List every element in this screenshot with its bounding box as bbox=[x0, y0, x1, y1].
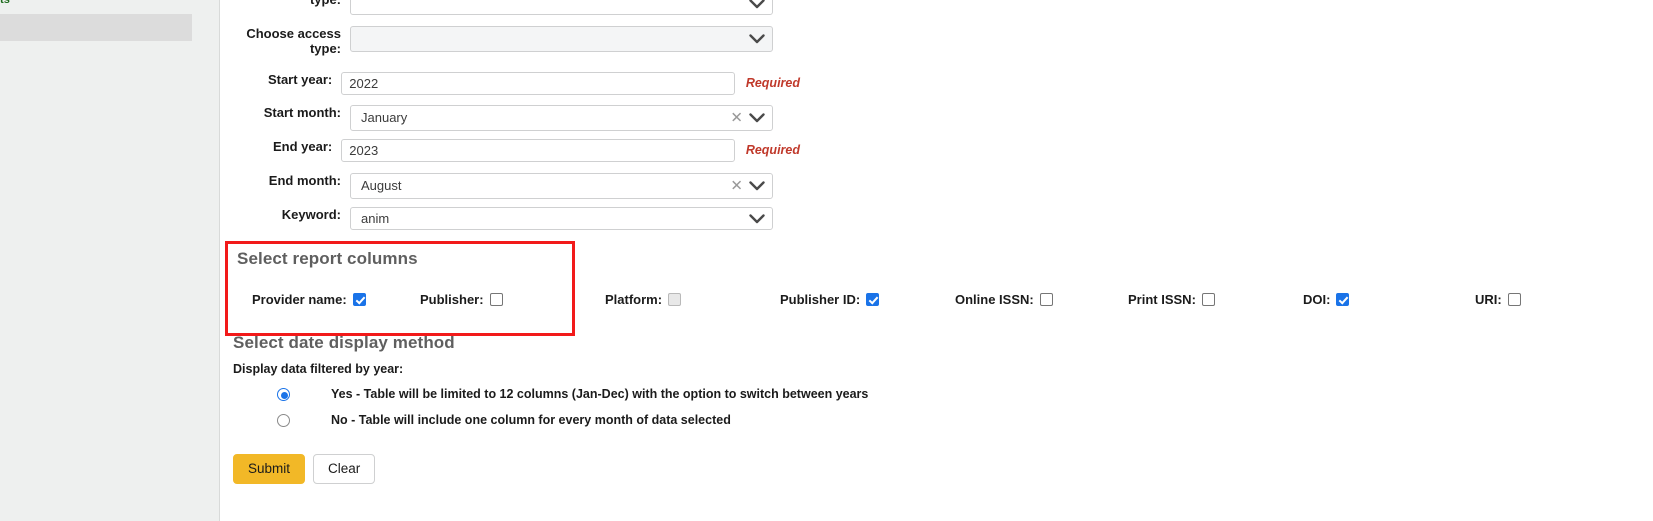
form-row: Start year: 2022 Required bbox=[220, 72, 800, 95]
checkbox-icon bbox=[668, 293, 681, 306]
checkbox-icon[interactable] bbox=[866, 293, 879, 306]
column-option-label: Publisher: bbox=[420, 292, 484, 307]
checkbox-icon[interactable] bbox=[1508, 293, 1521, 306]
date-display-option-label: Yes - Table will be limited to 12 column… bbox=[331, 387, 868, 401]
field-type[interactable] bbox=[350, 0, 773, 15]
form-actions: Submit Clear bbox=[233, 454, 375, 484]
sidebar-top-label: ts bbox=[0, 0, 10, 6]
radio-button-icon[interactable] bbox=[277, 388, 290, 401]
field-label: End year: bbox=[220, 139, 341, 154]
column-option-label: Provider name: bbox=[252, 292, 347, 307]
field-choose-access-type bbox=[350, 26, 773, 52]
date-display-option[interactable]: Yes - Table will be limited to 12 column… bbox=[277, 387, 868, 401]
column-option-online-issn[interactable]: Online ISSN: bbox=[955, 292, 1053, 307]
required-indicator: Required bbox=[746, 139, 800, 162]
report-columns-title: Select report columns bbox=[237, 249, 418, 269]
column-option-uri[interactable]: URI: bbox=[1475, 292, 1521, 307]
clear-selection-icon[interactable]: ✕ bbox=[730, 179, 743, 194]
column-option-label: Print ISSN: bbox=[1128, 292, 1196, 307]
form-row: Keyword: anim bbox=[220, 207, 800, 230]
clear-selection-icon[interactable]: ✕ bbox=[730, 111, 743, 126]
column-option-doi[interactable]: DOI: bbox=[1303, 292, 1349, 307]
checkbox-icon[interactable] bbox=[490, 293, 503, 306]
clear-button[interactable]: Clear bbox=[313, 454, 375, 484]
column-option-publisher[interactable]: Publisher: bbox=[420, 292, 503, 307]
form-row: End month: August ✕ bbox=[220, 173, 800, 199]
column-option-label: DOI: bbox=[1303, 292, 1330, 307]
column-option-label: Publisher ID: bbox=[780, 292, 860, 307]
field-value: 2023 bbox=[349, 143, 378, 159]
submit-button[interactable]: Submit bbox=[233, 454, 305, 484]
field-label: Start month: bbox=[220, 105, 350, 120]
field-value: 2022 bbox=[349, 76, 378, 92]
field-label: type: bbox=[220, 0, 350, 7]
column-option-provider-name[interactable]: Provider name: bbox=[252, 292, 366, 307]
column-option-label: Platform: bbox=[605, 292, 662, 307]
date-display-option[interactable]: No - Table will include one column for e… bbox=[277, 413, 731, 427]
field-start-month[interactable]: January ✕ bbox=[350, 105, 773, 131]
column-option-platform: Platform: bbox=[605, 292, 681, 307]
checkbox-icon[interactable] bbox=[1336, 293, 1349, 306]
field-end-year[interactable]: 2023 bbox=[341, 139, 735, 162]
date-display-title: Select date display method bbox=[233, 333, 455, 353]
column-option-publisher-id[interactable]: Publisher ID: bbox=[780, 292, 879, 307]
checkbox-icon[interactable] bbox=[1040, 293, 1053, 306]
date-display-option-label: No - Table will include one column for e… bbox=[331, 413, 731, 427]
column-option-label: URI: bbox=[1475, 292, 1502, 307]
chevron-down-icon[interactable] bbox=[749, 213, 765, 224]
form-row: End year: 2023 Required bbox=[220, 139, 800, 162]
form-row: Start month: January ✕ bbox=[220, 105, 800, 131]
report-builder-page: ts type: Choose access type: Start year: 20… bbox=[0, 0, 1653, 521]
field-label: Start year: bbox=[220, 72, 341, 87]
field-value: August bbox=[361, 178, 401, 194]
sidebar-item-active[interactable] bbox=[0, 14, 192, 41]
field-value: anim bbox=[361, 211, 389, 227]
field-end-month[interactable]: August ✕ bbox=[350, 173, 773, 199]
radio-button-icon[interactable] bbox=[277, 414, 290, 427]
chevron-down-icon[interactable] bbox=[749, 181, 765, 192]
field-keyword[interactable]: anim bbox=[350, 207, 773, 230]
form-row: Choose access type: bbox=[220, 26, 800, 56]
required-indicator: Required bbox=[746, 72, 800, 95]
chevron-down-icon[interactable] bbox=[749, 34, 765, 45]
checkbox-icon[interactable] bbox=[353, 293, 366, 306]
column-option-label: Online ISSN: bbox=[955, 292, 1034, 307]
left-sidebar: ts bbox=[0, 0, 220, 521]
field-label: End month: bbox=[220, 173, 350, 188]
column-option-print-issn[interactable]: Print ISSN: bbox=[1128, 292, 1215, 307]
report-form: type: Choose access type: Start year: 2022 R… bbox=[220, 0, 1653, 521]
chevron-down-icon[interactable] bbox=[749, 0, 765, 9]
date-display-question: Display data filtered by year: bbox=[233, 362, 403, 376]
chevron-down-icon[interactable] bbox=[749, 113, 765, 124]
field-value: January bbox=[361, 110, 407, 126]
field-start-year[interactable]: 2022 bbox=[341, 72, 735, 95]
field-label: Keyword: bbox=[220, 207, 350, 222]
form-row: type: bbox=[220, 0, 800, 15]
field-label: Choose access type: bbox=[220, 26, 350, 56]
checkbox-icon[interactable] bbox=[1202, 293, 1215, 306]
